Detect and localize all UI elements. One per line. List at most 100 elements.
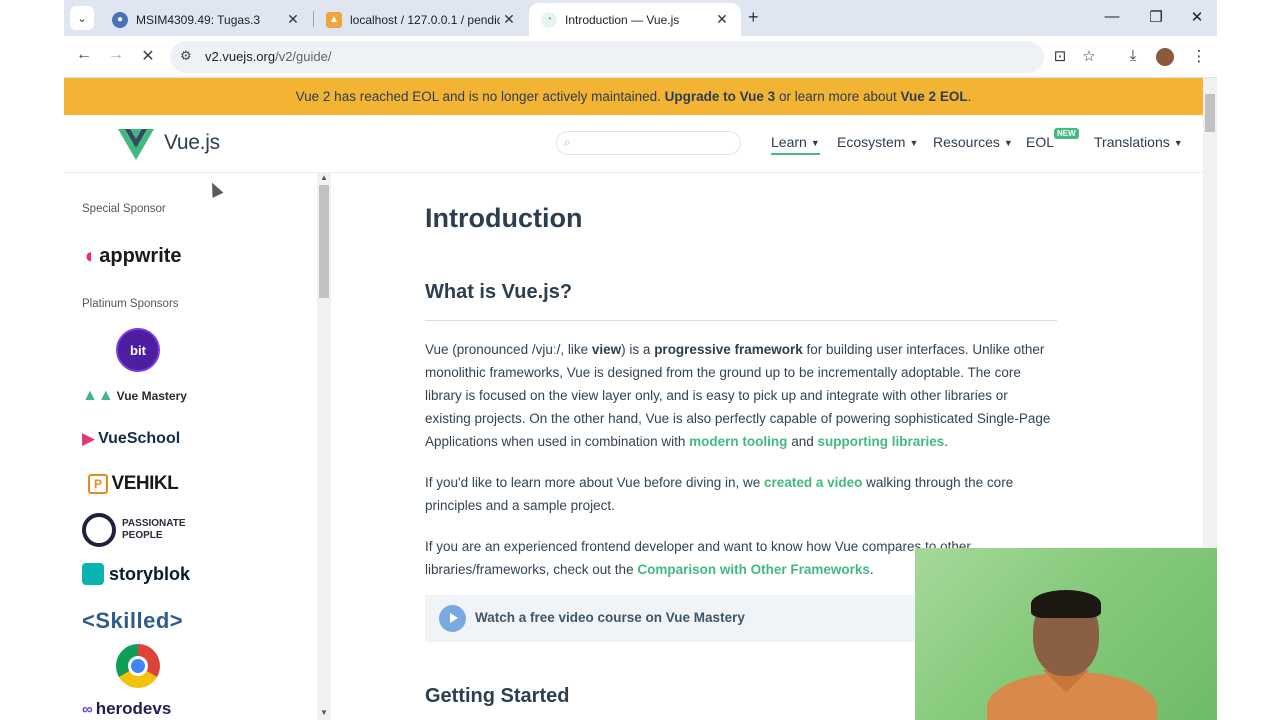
sidebar-scroll-thumb[interactable] [319, 185, 329, 298]
play-icon[interactable] [439, 605, 466, 632]
caret-down-icon: ▼ [1173, 138, 1183, 148]
nav-label: Learn [771, 134, 807, 150]
sponsor-storyblok[interactable]: storyblok [82, 563, 190, 585]
banner-text: Vue 2 has reached EOL and is no longer a… [295, 89, 661, 104]
search-input[interactable]: ⌕ [556, 131, 741, 155]
created-video-link[interactable]: created a video [764, 475, 862, 490]
text: and [791, 434, 814, 449]
video-course-label[interactable]: Watch a free video course on Vue Mastery [475, 610, 745, 625]
profile-avatar[interactable] [1156, 48, 1174, 66]
install-app-icon[interactable]: ⊡ [1049, 47, 1071, 65]
nav-label: Translations [1094, 134, 1170, 150]
vehikl-logo-icon: P [88, 474, 108, 494]
close-icon[interactable]: ✕ [284, 11, 302, 28]
minimize-icon[interactable]: — [1102, 8, 1122, 25]
close-icon[interactable]: ✕ [500, 11, 518, 28]
scroll-down-icon[interactable]: ▼ [320, 708, 328, 717]
sponsor-vue-mastery[interactable]: ▲▲ Vue Mastery [82, 387, 187, 405]
sponsor-skilled[interactable]: <Skilled> [82, 608, 183, 634]
sponsor-name: appwrite [99, 244, 182, 267]
eol-link[interactable]: Vue 2 EOL [901, 89, 968, 104]
address-bar[interactable]: ⚙ v2.vuejs.org/v2/guide/ [170, 41, 1044, 73]
nav-ecosystem[interactable]: Ecosystem ▼ [837, 134, 918, 150]
nav-label: EOL [1026, 134, 1055, 150]
banner-text: or learn more about [778, 89, 897, 104]
nav-learn[interactable]: Learn ▼ [771, 134, 820, 155]
moodle-favicon-icon: ● [112, 11, 128, 28]
tab-title: localhost / 127.0.0.1 / pendidikan [350, 12, 500, 27]
screen-right-margin [1217, 0, 1280, 720]
stop-loading-icon[interactable]: ✕ [137, 46, 159, 66]
tab-title: Introduction — Vue.js [565, 12, 680, 27]
back-arrow-icon[interactable]: ← [73, 46, 95, 64]
sponsor-name: VEHIKL [111, 473, 179, 494]
webcam-person-hair [1031, 590, 1101, 618]
passionate-people-logo-icon [82, 513, 116, 547]
new-badge: NEW [1054, 128, 1079, 139]
restore-icon[interactable]: ❐ [1146, 8, 1166, 26]
nav-eol[interactable]: EOL [1026, 134, 1054, 150]
url-path: /v2/guide/ [275, 49, 332, 64]
sponsor-name: VueSchool [98, 430, 181, 447]
sponsor-appwrite[interactable]: ◖ appwrite [82, 243, 182, 269]
close-icon[interactable]: ✕ [713, 11, 731, 28]
nav-translations[interactable]: Translations ▼ [1094, 134, 1183, 150]
sponsor-bit[interactable]: bit [116, 328, 160, 372]
herodevs-logo-icon: ∞ [82, 700, 93, 718]
page-scroll-thumb[interactable] [1205, 94, 1215, 132]
text: Vue (pronounced /vjuː/, like [425, 342, 589, 357]
text: . [944, 434, 949, 449]
eol-banner: Vue 2 has reached EOL and is no longer a… [64, 78, 1203, 115]
upgrade-link[interactable]: Upgrade to Vue 3 [665, 89, 776, 104]
bookmark-star-icon[interactable]: ☆ [1078, 47, 1100, 65]
menu-dots-icon[interactable]: ⋮ [1188, 47, 1210, 65]
tab-vue-introduction[interactable]: ◔ Introduction — Vue.js ✕ [529, 3, 741, 36]
new-tab-plus-icon[interactable]: + [748, 7, 759, 28]
scroll-up-icon[interactable]: ▲ [320, 173, 328, 182]
appwrite-logo-icon: ◖ [82, 243, 96, 268]
sponsor-name: Vue Mastery [116, 389, 187, 403]
page-title: Introduction [425, 203, 583, 233]
site-header: Vue.js ⌕ Learn ▼ Ecosystem ▼ Resources ▼ EO… [64, 115, 1203, 173]
sponsor-herodevs[interactable]: ∞ herodevs [82, 699, 171, 719]
storyblok-logo-icon [82, 563, 104, 585]
brand-name[interactable]: Vue.js [164, 131, 220, 155]
tab-phpmyadmin[interactable]: ▲ localhost / 127.0.0.1 / pendidikan ✕ [314, 3, 528, 36]
sponsor-name: storyblok [109, 563, 191, 584]
sponsor-passionate-people[interactable]: PASSIONATE PEOPLE [82, 513, 186, 547]
nav-resources[interactable]: Resources ▼ [933, 134, 1013, 150]
section-heading-getting-started: Getting Started [425, 685, 570, 707]
tab-title: MSIM4309.49: Tugas.3 [136, 12, 261, 27]
sidebar-scrollbar[interactable]: ▲ ▼ [317, 173, 331, 720]
text: . [869, 562, 874, 577]
nav-label: Ecosystem [837, 134, 906, 150]
url-host: v2.vuejs.org [205, 49, 276, 64]
url-text[interactable]: v2.vuejs.org/v2/guide/ [205, 49, 331, 64]
text-bold: progressive framework [654, 342, 803, 357]
download-icon[interactable]: ⤓ [1122, 47, 1144, 64]
close-window-icon[interactable]: ✕ [1187, 8, 1207, 26]
text-bold: view [591, 342, 622, 357]
sponsor-vehikl[interactable]: P VEHIKL [88, 473, 179, 495]
platinum-sponsors-label: Platinum Sponsors [82, 298, 179, 310]
section-heading-what-is-vue: What is Vue.js? [425, 281, 573, 303]
sponsor-vueschool[interactable]: ▶ VueSchool [82, 429, 180, 449]
tab-search-button[interactable]: ⌄ [70, 6, 94, 30]
modern-tooling-link[interactable]: modern tooling [689, 434, 787, 449]
vue-mastery-logo-icon: ▲▲ [82, 387, 114, 404]
comparison-link[interactable]: Comparison with Other Frameworks [637, 562, 870, 577]
chrome-logo-icon [128, 656, 148, 676]
vueschool-logo-icon: ▶ [82, 429, 96, 448]
text: If you'd like to learn more about Vue be… [425, 475, 761, 490]
sponsor-chrome[interactable] [116, 644, 160, 688]
forward-arrow-icon[interactable]: → [105, 46, 127, 64]
supporting-libraries-link[interactable]: supporting libraries [817, 434, 944, 449]
site-info-icon[interactable]: ⚙ [180, 48, 192, 64]
sponsor-name: PEOPLE [122, 530, 163, 541]
tab-msim[interactable]: ● MSIM4309.49: Tugas.3 ✕ [100, 3, 312, 36]
video-paragraph: If you'd like to learn more about Vue be… [425, 471, 1057, 517]
caret-down-icon: ▼ [1003, 138, 1013, 148]
banner-text: . [967, 89, 972, 104]
phpmyadmin-favicon-icon: ▲ [326, 11, 342, 28]
vue-logo-icon[interactable] [118, 129, 154, 161]
